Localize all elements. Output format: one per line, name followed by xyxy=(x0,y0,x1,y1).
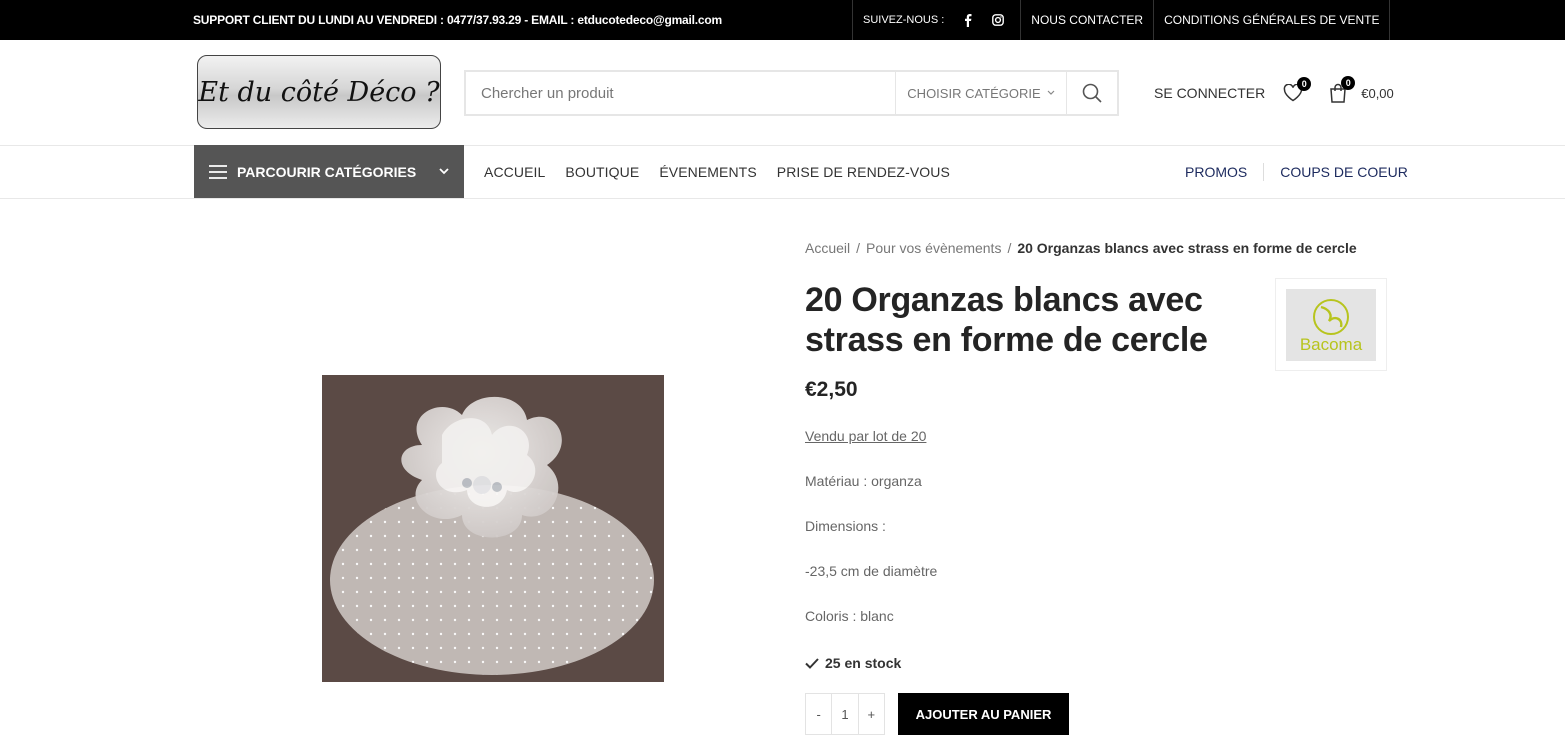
cgv-link[interactable]: CONDITIONS GÉNÉRALES DE VENTE xyxy=(1153,0,1391,40)
breadcrumb-current: 20 Organzas blancs avec strass en forme … xyxy=(1017,240,1357,256)
nav-item-coups-de-coeur[interactable]: COUPS DE COEUR xyxy=(1280,164,1408,180)
menu-right: PROMOS COUPS DE COEUR xyxy=(1185,146,1408,198)
qty-input[interactable]: 1 xyxy=(831,694,859,734)
facebook-icon[interactable] xyxy=(962,13,974,27)
wishlist-count: 0 xyxy=(1297,77,1312,91)
stock-status: 25 en stock xyxy=(805,655,901,671)
diameter-info: -23,5 cm de diamètre xyxy=(805,563,938,579)
breadcrumb-category[interactable]: Pour vos évènements xyxy=(866,240,1001,256)
browse-categories-button[interactable]: PARCOURIR CATÉGORIES xyxy=(194,145,464,198)
follow-label: SUIVEZ-NOUS : xyxy=(863,14,945,26)
hamburger-icon xyxy=(209,164,227,179)
search-input[interactable] xyxy=(466,72,895,114)
lot-info[interactable]: Vendu par lot de 20 xyxy=(805,428,926,444)
product-image[interactable] xyxy=(322,375,664,682)
nav-item-promos[interactable]: PROMOS xyxy=(1185,164,1247,180)
menu-divider xyxy=(1263,163,1265,181)
product-price: €2,50 xyxy=(805,378,858,401)
support-info: SUPPORT CLIENT DU LUNDI AU VENDREDI : 04… xyxy=(193,13,723,27)
nav-item-accueil[interactable]: ACCUEIL xyxy=(484,164,545,180)
top-bar-right: SUIVEZ-NOUS : NOUS CONTACTER CONDITIONS … xyxy=(852,0,1391,40)
site-header: Et du côté Déco ? CHOISIR CATÉGORIE SE C… xyxy=(0,40,1565,146)
wishlist-button[interactable]: 0 xyxy=(1283,77,1312,102)
brand-logo-box: Bacoma xyxy=(1286,288,1376,361)
breadcrumb-sep: / xyxy=(856,240,861,256)
cart-total[interactable]: €0,00 xyxy=(1361,86,1394,101)
breadcrumb: Accueil / Pour vos évènements / 20 Organ… xyxy=(805,240,1357,256)
qty-plus-button[interactable]: + xyxy=(859,694,884,734)
instagram-icon[interactable] xyxy=(992,14,1005,26)
browse-categories-label: PARCOURIR CATÉGORIES xyxy=(237,163,417,180)
cart-button[interactable]: 0 xyxy=(1329,76,1356,103)
add-to-cart-button[interactable]: AJOUTER AU PANIER xyxy=(898,693,1069,735)
search-icon xyxy=(1082,83,1102,103)
check-icon xyxy=(805,657,819,669)
top-bar: SUPPORT CLIENT DU LUNDI AU VENDREDI : 04… xyxy=(0,0,1565,40)
quantity-stepper: - 1 + xyxy=(805,693,885,735)
brand-logo[interactable]: Bacoma xyxy=(1275,278,1387,371)
nav-item-rendez-vous[interactable]: PRISE DE RENDEZ-VOUS xyxy=(777,164,950,180)
product-title: 20 Organzas blancs avec strass en forme … xyxy=(805,281,1208,359)
brand-name: Bacoma xyxy=(1299,334,1363,354)
main-nav: PARCOURIR CATÉGORIES ACCUEIL BOUTIQUE ÉV… xyxy=(0,145,1565,199)
logo-text: Et du côté Déco ? xyxy=(198,76,440,108)
chevron-down-icon xyxy=(439,168,449,175)
header-actions: SE CONNECTER 0 0 €0,00 xyxy=(1154,76,1394,106)
breadcrumb-sep: / xyxy=(1007,240,1012,256)
nav-item-boutique[interactable]: BOUTIQUE xyxy=(565,164,639,180)
site-logo[interactable]: Et du côté Déco ? xyxy=(197,55,441,129)
category-select[interactable]: CHOISIR CATÉGORIE xyxy=(895,72,1066,114)
search-bar: CHOISIR CATÉGORIE xyxy=(464,70,1119,116)
cart-count: 0 xyxy=(1341,76,1356,90)
bacoma-mark-icon xyxy=(1313,298,1349,335)
material-info: Matériau : organza xyxy=(805,473,922,489)
stock-text: 25 en stock xyxy=(825,655,902,671)
menu-items: ACCUEIL BOUTIQUE ÉVENEMENTS PRISE DE REN… xyxy=(484,146,950,198)
chevron-down-icon xyxy=(1047,90,1055,95)
breadcrumb-home[interactable]: Accueil xyxy=(805,240,850,256)
nav-item-evenements[interactable]: ÉVENEMENTS xyxy=(659,164,756,180)
login-link[interactable]: SE CONNECTER xyxy=(1154,85,1265,101)
follow-us: SUIVEZ-NOUS : xyxy=(852,0,1020,40)
qty-minus-button[interactable]: - xyxy=(806,694,831,734)
category-select-label: CHOISIR CATÉGORIE xyxy=(907,85,1041,101)
search-button[interactable] xyxy=(1066,72,1117,114)
contact-link[interactable]: NOUS CONTACTER xyxy=(1020,0,1153,40)
organza-illustration xyxy=(322,375,664,682)
dimensions-label: Dimensions : xyxy=(805,518,886,534)
color-info: Coloris : blanc xyxy=(805,608,894,624)
